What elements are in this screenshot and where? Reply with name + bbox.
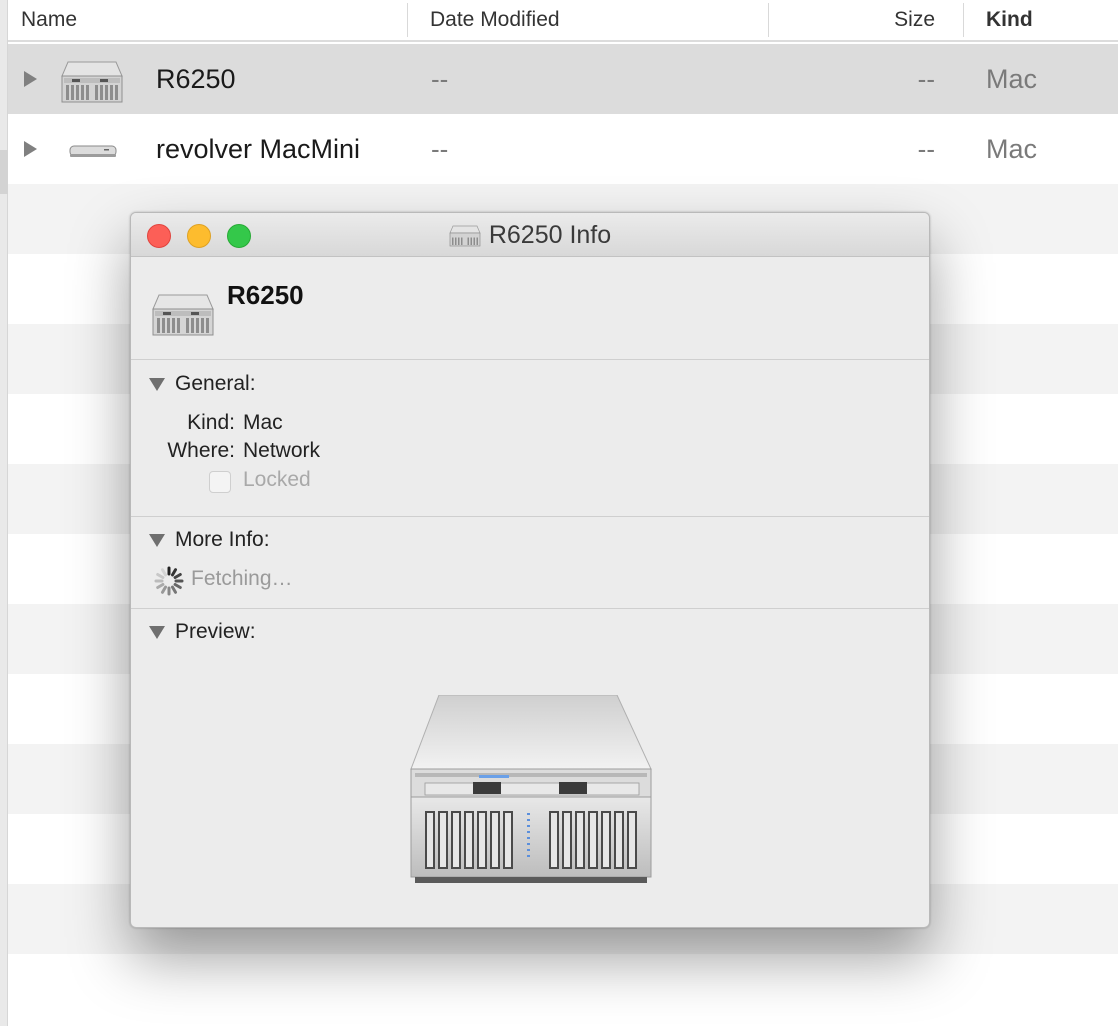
disclosure-down-icon	[149, 377, 165, 391]
preview-disclosure[interactable]: Preview:	[149, 619, 256, 645]
general-disclosure[interactable]: General:	[149, 371, 256, 397]
disclosure-down-icon	[149, 533, 165, 547]
disclosure-down-icon	[149, 625, 165, 639]
row-name: revolver MacMini	[156, 134, 361, 164]
where-label: Where:	[167, 439, 235, 462]
xserve-raid-preview-image	[410, 695, 652, 883]
column-date-header[interactable]: Date Modified	[430, 0, 560, 40]
mac-mini-icon	[69, 145, 117, 157]
column-name-header[interactable]: Name	[21, 0, 77, 40]
section-label: General:	[175, 372, 256, 395]
column-header: Name Date Modified Size Kind	[8, 0, 1118, 42]
row-size: --	[917, 64, 935, 94]
column-kind-header[interactable]: Kind	[986, 0, 1033, 40]
item-name: R6250	[227, 280, 304, 310]
more-info-disclosure[interactable]: More Info:	[149, 527, 270, 553]
row-kind: Mac	[986, 134, 1038, 164]
list-row-revolver-macmini[interactable]: revolver MacMini -- -- Mac	[8, 114, 1118, 184]
info-header: R6250	[131, 258, 929, 360]
locked-label: Locked	[243, 468, 311, 491]
spinner-icon	[154, 566, 184, 596]
window-titlebar[interactable]: R6250 Info	[131, 213, 929, 257]
kind-label: Kind:	[187, 411, 235, 434]
fetching-status: Fetching…	[191, 567, 293, 590]
more-info-section: More Info: Fetching…	[131, 517, 929, 609]
row-date: --	[431, 134, 449, 164]
xserve-raid-icon	[152, 294, 214, 336]
row-size: --	[917, 134, 935, 164]
disclosure-triangle-icon[interactable]	[24, 71, 37, 87]
row-date: --	[431, 64, 449, 94]
window-title: R6250 Info	[488, 220, 612, 249]
xserve-raid-icon	[61, 61, 123, 103]
locked-checkbox[interactable]	[209, 471, 231, 493]
general-section: General: Kind: Mac Where: Network Locked	[131, 361, 929, 517]
list-row-r6250[interactable]: R6250 -- -- Mac	[8, 44, 1118, 114]
where-value: Network	[243, 439, 321, 462]
disclosure-triangle-icon[interactable]	[24, 141, 37, 157]
column-divider[interactable]	[407, 3, 408, 37]
xserve-raid-icon	[449, 225, 481, 247]
section-label: More Info:	[175, 528, 270, 551]
preview-section: Preview:	[131, 609, 929, 927]
empty-row	[8, 954, 1118, 1024]
sidebar-edge	[0, 0, 8, 1026]
column-size-header[interactable]: Size	[768, 0, 935, 40]
info-window: R6250 Info R6250 General: Kind: Mac Wher…	[130, 212, 930, 928]
row-kind: Mac	[986, 64, 1038, 94]
row-name: R6250	[156, 64, 236, 94]
section-label: Preview:	[175, 620, 256, 643]
kind-value: Mac	[243, 411, 283, 434]
column-divider[interactable]	[963, 3, 964, 37]
